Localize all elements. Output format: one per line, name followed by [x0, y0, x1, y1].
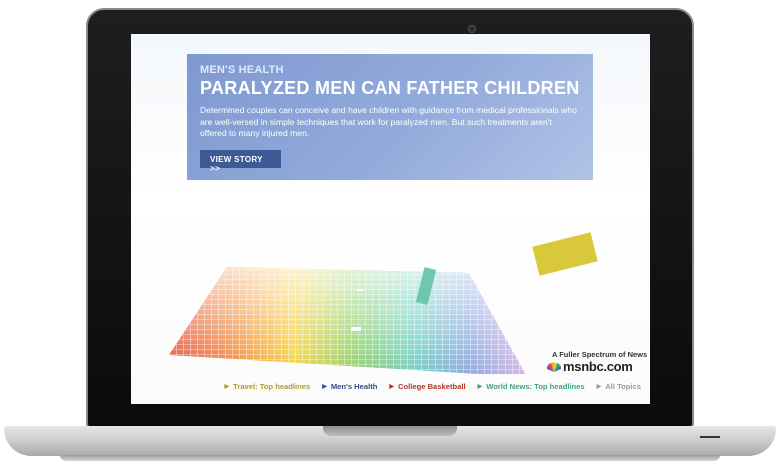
laptop-base-edge — [60, 455, 720, 461]
story-category: MEN'S HEALTH — [200, 64, 284, 76]
yellow-note-graphic — [532, 232, 598, 276]
brand-name: msnbc.com — [563, 359, 633, 374]
nav-link-all-topics[interactable]: ▶ All Topics — [597, 382, 641, 391]
msnbc-logo[interactable]: msnbc.com — [547, 359, 633, 374]
nav-link-label: College Basketball — [398, 382, 466, 391]
nav-link-travel[interactable]: ▶ Travel: Top headlines — [225, 382, 311, 391]
view-story-button[interactable]: VIEW STORY >> — [200, 149, 281, 173]
nav-link-label: Men's Health — [330, 382, 378, 391]
featured-story-card[interactable]: MEN'S HEALTH PARALYZED MEN CAN FATHER CH… — [187, 54, 593, 180]
nav-link-mens-health[interactable]: ▶ Men's Health — [322, 382, 377, 391]
laptop-hinge-notch — [323, 426, 457, 436]
nav-link-college-basketball[interactable]: ▶ College Basketball — [389, 382, 465, 391]
spectrum-grid-graphic — [169, 267, 526, 374]
status-light-icon — [700, 436, 720, 438]
triangle-right-icon: ▶ — [389, 384, 395, 390]
nav-link-world-news[interactable]: ▶ World News: Top headlines — [478, 382, 585, 391]
triangle-right-icon: ▶ — [322, 384, 327, 390]
brand-tagline: A Fuller Spectrum of News — [552, 350, 648, 359]
screen: MEN'S HEALTH PARALYZED MEN CAN FATHER CH… — [131, 34, 650, 404]
story-headline[interactable]: PARALYZED MEN CAN FATHER CHILDREN — [200, 78, 580, 99]
triangle-right-icon: ▶ — [477, 384, 483, 390]
laptop-mockup: MEN'S HEALTH PARALYZED MEN CAN FATHER CH… — [0, 0, 780, 476]
nav-link-label: Travel: Top headlines — [233, 382, 311, 391]
nav-link-label: World News: Top headlines — [486, 382, 585, 391]
nav-link-label: All Topics — [605, 382, 641, 391]
topic-nav: ▶ Travel: Top headlines ▶ Men's Health ▶… — [225, 382, 641, 391]
webcam-icon — [468, 25, 476, 33]
triangle-right-icon: ▶ — [596, 384, 602, 390]
story-description: Determined couples can conceive and have… — [200, 105, 577, 138]
peacock-icon — [547, 361, 561, 372]
triangle-right-icon: ▶ — [224, 384, 230, 390]
